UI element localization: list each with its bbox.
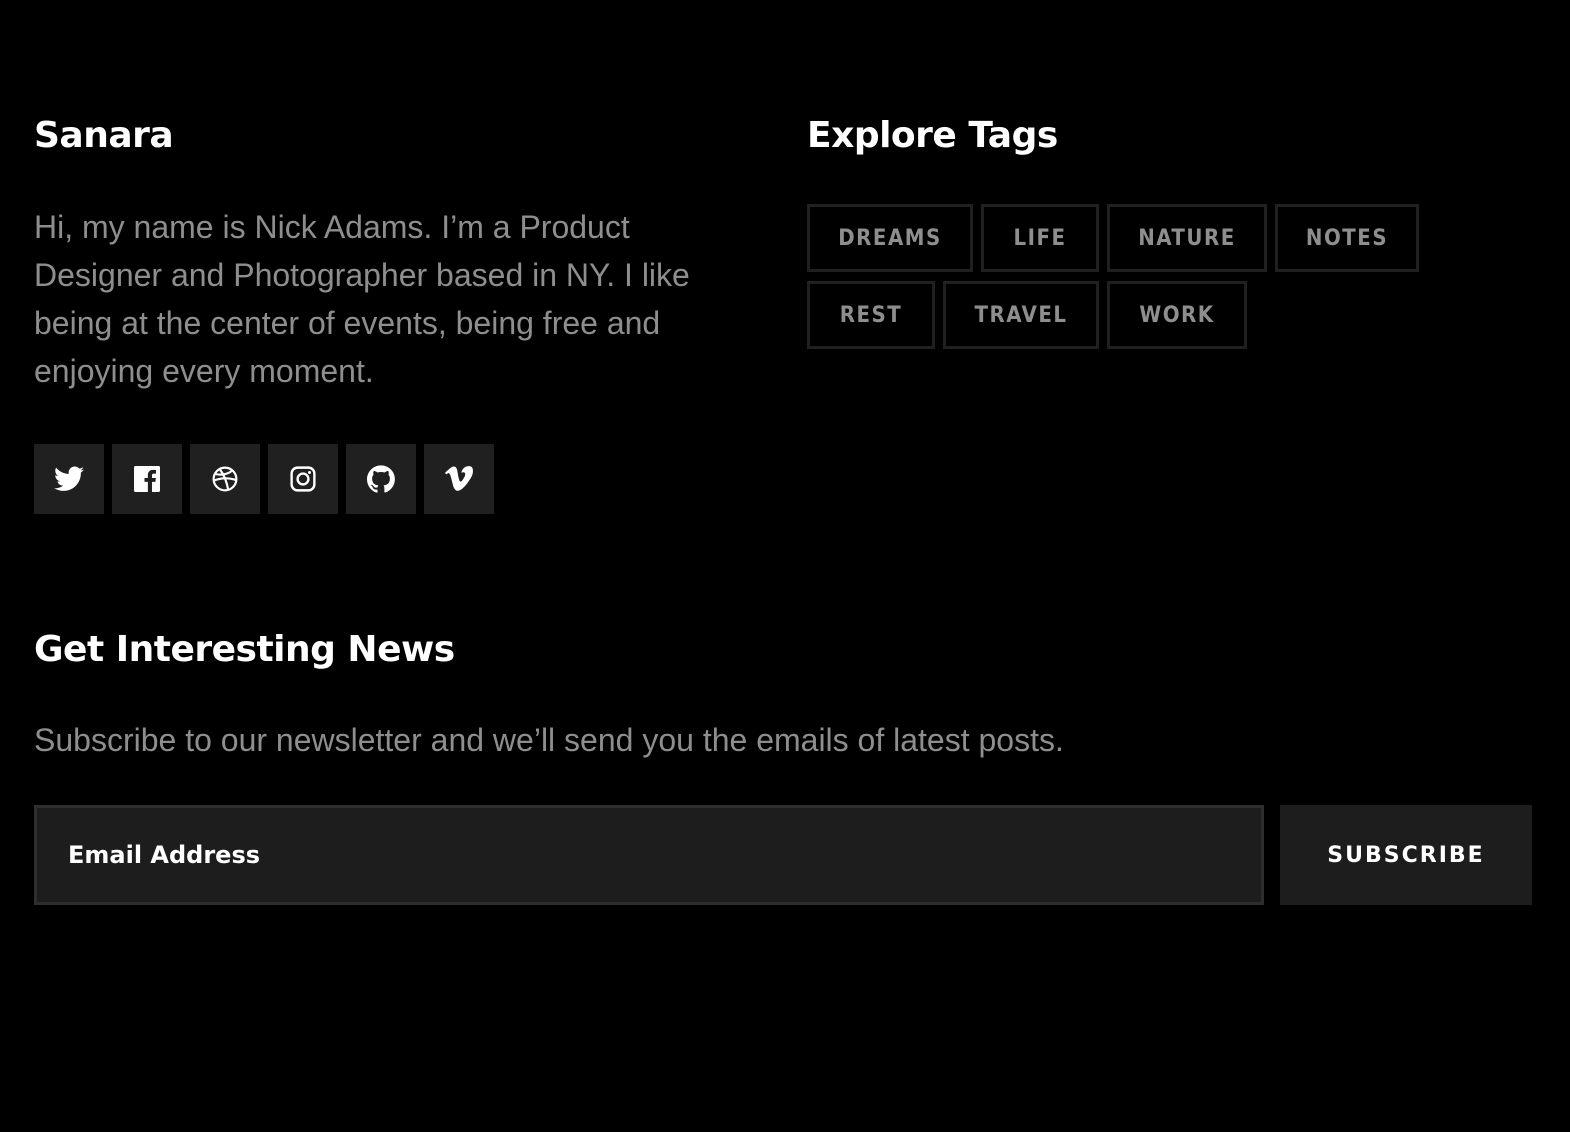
twitter-link[interactable] xyxy=(34,444,104,514)
author-bio: Hi, my name is Nick Adams. I’m a Product… xyxy=(34,209,690,389)
instagram-link[interactable] xyxy=(268,444,338,514)
tags-title: Explore Tags xyxy=(807,115,1058,156)
newsletter-description: Subscribe to our newsletter and we’ll se… xyxy=(34,722,1064,758)
tag-life[interactable]: LIFE xyxy=(981,204,1099,272)
dribbble-icon xyxy=(212,466,238,492)
tag-dreams[interactable]: DREAMS xyxy=(807,204,973,272)
facebook-link[interactable] xyxy=(112,444,182,514)
github-link[interactable] xyxy=(346,444,416,514)
newsletter-title: Get Interesting News xyxy=(34,629,455,670)
subscribe-button[interactable]: SUBSCRIBE xyxy=(1280,805,1532,905)
dribbble-link[interactable] xyxy=(190,444,260,514)
tag-nature[interactable]: NATURE xyxy=(1107,204,1267,272)
site-title: Sanara xyxy=(34,115,174,156)
instagram-icon xyxy=(290,466,316,492)
tag-work[interactable]: WORK xyxy=(1107,281,1247,349)
vimeo-icon xyxy=(445,466,473,491)
tag-rest[interactable]: REST xyxy=(807,281,935,349)
github-icon xyxy=(367,465,395,493)
tag-list: DREAMS LIFE NATURE NOTES REST TRAVEL WOR… xyxy=(807,204,1467,349)
social-links xyxy=(34,444,494,514)
vimeo-link[interactable] xyxy=(424,444,494,514)
facebook-icon xyxy=(134,466,160,492)
tag-notes[interactable]: NOTES xyxy=(1275,204,1419,272)
tag-travel[interactable]: TRAVEL xyxy=(943,281,1099,349)
email-field[interactable] xyxy=(34,805,1264,905)
twitter-icon xyxy=(54,466,84,491)
